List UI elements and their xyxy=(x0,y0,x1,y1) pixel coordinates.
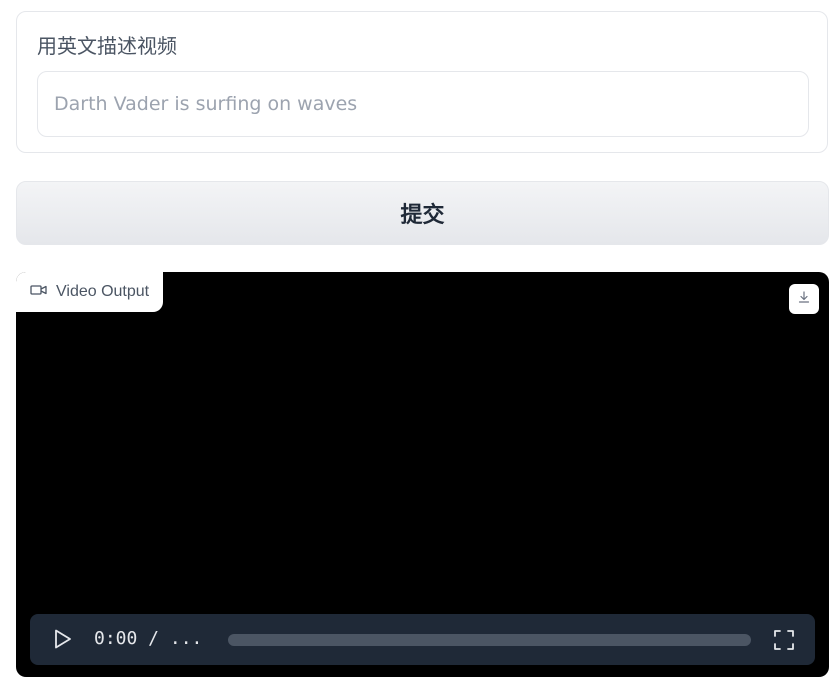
fullscreen-button[interactable] xyxy=(772,628,796,652)
app-page: 用英文描述视频 提交 Video Output xyxy=(0,0,834,683)
play-button[interactable] xyxy=(50,627,74,651)
submit-button[interactable]: 提交 xyxy=(16,181,829,245)
fullscreen-icon xyxy=(772,630,796,656)
video-output-label-tab: Video Output xyxy=(16,272,164,312)
video-controls-bar: 0:00 / ... xyxy=(30,614,815,665)
play-icon xyxy=(50,629,74,655)
progress-bar[interactable] xyxy=(228,634,751,646)
video-output-label: Video Output xyxy=(56,283,150,300)
download-icon xyxy=(797,290,811,309)
time-display: 0:00 / ... xyxy=(94,628,203,649)
download-button[interactable] xyxy=(789,284,819,314)
prompt-input[interactable] xyxy=(37,71,809,137)
prompt-label: 用英文描述视频 xyxy=(37,34,177,58)
video-output: Video Output 0:00 / ... xyxy=(16,272,829,677)
video-camera-icon xyxy=(30,283,48,302)
prompt-block: 用英文描述视频 xyxy=(16,11,828,153)
